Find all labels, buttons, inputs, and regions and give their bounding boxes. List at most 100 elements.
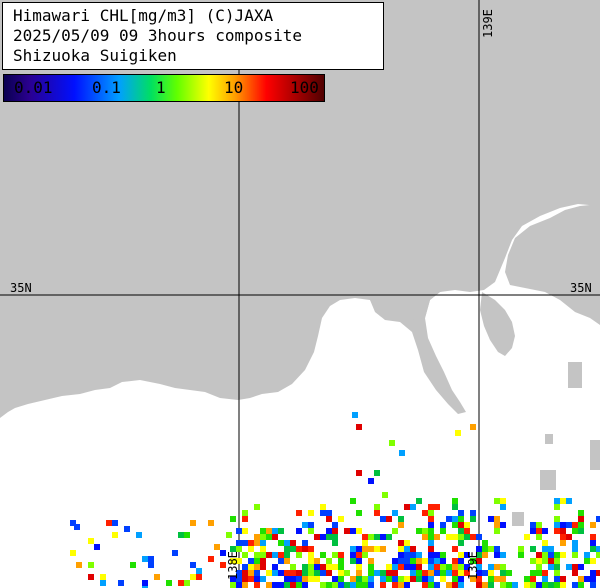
chl-pixel	[536, 570, 542, 576]
chl-pixel	[428, 552, 434, 558]
chl-pixel	[434, 570, 440, 576]
chl-pixel	[590, 558, 596, 564]
chl-pixel	[308, 552, 314, 558]
chl-pixel	[458, 510, 464, 516]
chl-pixel	[296, 528, 302, 534]
chl-pixel	[338, 582, 344, 588]
chl-pixel	[404, 564, 410, 570]
chl-pixel	[428, 534, 434, 540]
chl-pixel	[590, 576, 596, 582]
chl-pixel	[236, 528, 242, 534]
chl-pixel	[350, 558, 356, 564]
chl-pixel	[178, 532, 184, 538]
chl-pixel	[248, 564, 254, 570]
chl-pixel	[428, 522, 434, 528]
chl-pixel	[494, 522, 500, 528]
chl-pixel	[404, 582, 410, 588]
chl-pixel	[518, 552, 524, 558]
chl-pixel	[302, 570, 308, 576]
chl-pixel	[440, 522, 446, 528]
chl-pixel	[302, 540, 308, 546]
chl-pixel	[404, 558, 410, 564]
chl-pixel	[530, 522, 536, 528]
chl-pixel	[554, 516, 560, 522]
chl-pixel	[416, 564, 422, 570]
chl-pixel	[584, 576, 590, 582]
chl-pixel	[434, 504, 440, 510]
chl-pixel	[494, 576, 500, 582]
chl-pixel	[416, 558, 422, 564]
chl-pixel	[596, 552, 600, 558]
chl-pixel	[308, 528, 314, 534]
chl-pixel	[422, 528, 428, 534]
chl-pixel	[434, 534, 440, 540]
chl-pixel	[506, 570, 512, 576]
chl-pixel	[196, 574, 202, 580]
chl-pixel	[482, 582, 488, 588]
chl-pixel	[242, 570, 248, 576]
chl-pixel	[302, 546, 308, 552]
chl-pixel	[248, 558, 254, 564]
chl-pixel	[332, 534, 338, 540]
chl-pixel	[344, 528, 350, 534]
chl-pixel	[530, 582, 536, 588]
chl-pixel	[512, 582, 518, 588]
chl-pixel	[554, 564, 560, 570]
lon-label-bottom-138: 138E	[226, 551, 240, 580]
chl-pixel	[320, 534, 326, 540]
chl-pixel	[500, 552, 506, 558]
chl-pixel	[368, 582, 374, 588]
chl-pixel	[476, 582, 482, 588]
chl-pixel	[314, 564, 320, 570]
island	[512, 512, 524, 526]
chl-pixel	[308, 570, 314, 576]
chl-pixel	[542, 576, 548, 582]
chl-pixel	[572, 522, 578, 528]
chl-pixel	[260, 534, 266, 540]
chl-pixel	[242, 540, 248, 546]
chl-pixel	[488, 546, 494, 552]
chl-pixel	[410, 558, 416, 564]
chl-pixel	[566, 564, 572, 570]
chl-pixel	[260, 576, 266, 582]
chl-pixel	[356, 546, 362, 552]
chl-pixel	[278, 570, 284, 576]
lon-label-bottom-139: 139E	[466, 551, 480, 580]
chl-pixel	[386, 516, 392, 522]
chl-pixel	[434, 558, 440, 564]
chl-pixel	[296, 552, 302, 558]
chl-pixel	[214, 544, 220, 550]
title-line-3: Shizuoka Suigiken	[13, 46, 177, 65]
chl-pixel	[494, 516, 500, 522]
chl-pixel	[500, 564, 506, 570]
chl-pixel	[572, 582, 578, 588]
chl-pixel	[398, 516, 404, 522]
chl-pixel	[260, 552, 266, 558]
chl-pixel	[290, 564, 296, 570]
chl-pixel	[488, 516, 494, 522]
chl-pixel	[530, 576, 536, 582]
chl-pixel	[320, 510, 326, 516]
chl-pixel	[452, 498, 458, 504]
chl-pixel	[284, 576, 290, 582]
chl-pixel	[452, 504, 458, 510]
chl-pixel	[344, 582, 350, 588]
chl-pixel	[446, 516, 452, 522]
chl-pixel	[380, 570, 386, 576]
chl-pixel	[362, 582, 368, 588]
chl-pixel	[278, 528, 284, 534]
chl-pixel	[272, 570, 278, 576]
chl-pixel	[284, 540, 290, 546]
legend-label: 100	[290, 78, 319, 97]
chl-pixel	[398, 522, 404, 528]
title-box: Himawari CHL[mg/m3] (C)JAXA 2025/05/09 0…	[2, 2, 384, 70]
chl-pixel	[494, 528, 500, 534]
chl-pixel	[386, 564, 392, 570]
chl-pixel	[368, 576, 374, 582]
chl-pixel	[278, 540, 284, 546]
chl-pixel	[524, 576, 530, 582]
chl-pixel	[500, 576, 506, 582]
chl-pixel	[494, 552, 500, 558]
chl-pixel	[254, 582, 260, 588]
chl-pixel	[242, 528, 248, 534]
